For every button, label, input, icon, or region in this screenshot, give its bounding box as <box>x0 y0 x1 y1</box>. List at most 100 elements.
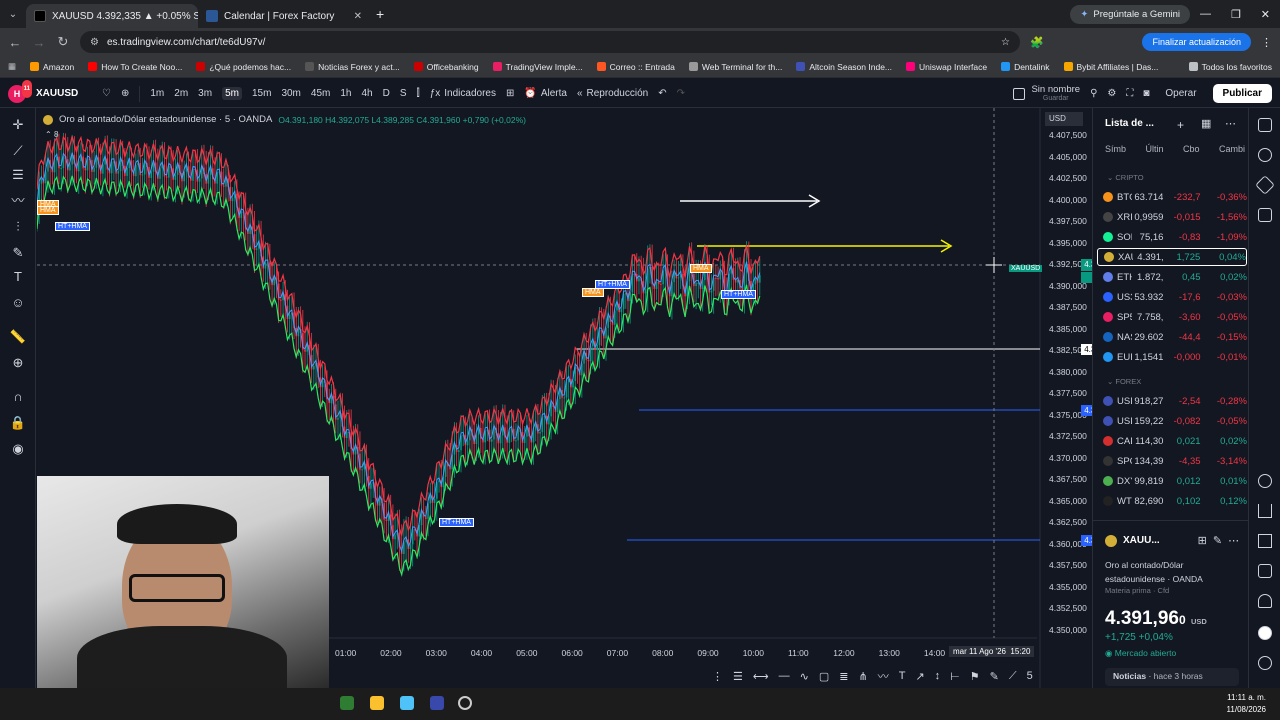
line-icon[interactable]: — <box>779 670 790 682</box>
candles-icon[interactable]: ⫿ <box>417 88 420 99</box>
pitchfork-icon[interactable]: ⋔ <box>859 670 868 683</box>
more-icon[interactable]: ⋯ <box>1228 534 1239 547</box>
watchlist-row[interactable]: WTI82,690 0,102 0,12% <box>1097 492 1247 510</box>
watchlist-row[interactable]: SPC134,39 -4,35 -3,14% <box>1097 452 1247 470</box>
ruler-icon[interactable]: 📏 <box>8 330 28 344</box>
text-icon[interactable]: T <box>8 270 28 284</box>
lock-icon[interactable]: 🔒 <box>8 416 28 430</box>
tf-2m[interactable]: 2m <box>174 88 188 99</box>
bookmark[interactable]: Noticias Forex y act... <box>305 62 400 72</box>
help-icon[interactable] <box>1258 656 1272 670</box>
rocket-icon[interactable] <box>1258 534 1272 548</box>
forward-icon[interactable]: → <box>32 35 46 50</box>
tf-4h[interactable]: 4h <box>361 88 372 99</box>
chat-icon[interactable] <box>1258 208 1272 222</box>
symbol-search[interactable]: XAUUSD <box>36 88 92 99</box>
tf-1m[interactable]: 1m <box>150 88 164 99</box>
apps-icon[interactable] <box>1258 626 1272 640</box>
grip-icon[interactable]: ⋮ <box>712 670 723 683</box>
watchlist-row[interactable]: SOL 75,16 -0,83 -1,09% <box>1097 228 1247 246</box>
search-icon[interactable]: ⚲ <box>1090 88 1097 99</box>
brush-icon[interactable]: ✎ <box>990 670 999 683</box>
new-tab-button[interactable]: + <box>376 6 384 22</box>
col-header[interactable]: Símb <box>1105 144 1126 154</box>
trade-button[interactable]: Operar <box>1159 88 1202 99</box>
col-header[interactable]: Cbo <box>1183 144 1200 154</box>
reload-icon[interactable]: ↻ <box>56 34 70 50</box>
layers-icon[interactable] <box>1255 175 1275 195</box>
forecast-icon[interactable]: ⫶ <box>8 220 28 234</box>
emoji-icon[interactable]: ☺ <box>8 296 28 310</box>
bookmark[interactable]: Officebanking <box>413 62 479 72</box>
site-info-icon[interactable]: ⚙ <box>90 37 99 48</box>
bookmark[interactable]: Amazon <box>30 62 74 72</box>
watchlist-row[interactable]: ETH 1.872, 0,45 0,02% <box>1097 268 1247 286</box>
section-forex[interactable]: ⌄ FOREX <box>1107 377 1141 386</box>
layout-name[interactable]: Sin nombre Guardar <box>1013 84 1080 103</box>
rect-icon[interactable]: ▢ <box>819 670 829 683</box>
bookmark[interactable]: Bybit Affiliates | Das... <box>1063 62 1158 72</box>
extensions-icon[interactable]: 🧩 <box>1030 36 1044 49</box>
triangle-icon[interactable] <box>1258 504 1272 518</box>
tf-5m[interactable]: 5m <box>222 87 242 100</box>
gemini-button[interactable]: ✦ Pregúntale a Gemini <box>1070 4 1190 24</box>
undo-icon[interactable]: ↶ <box>658 88 666 99</box>
redo-icon[interactable]: ↷ <box>677 88 685 99</box>
watchlist-row[interactable]: XRP0,9959 -0,015 -1,56% <box>1097 208 1247 226</box>
recorder-icon[interactable] <box>458 696 472 710</box>
indicators-collapsed[interactable]: ⌃ 8 <box>45 130 58 139</box>
watchlist-row[interactable]: DXY99,819 0,012 0,01% <box>1097 472 1247 490</box>
bookmark[interactable]: ¿Qué podemos hac... <box>196 62 291 72</box>
add-symbol-icon[interactable]: + <box>1177 118 1184 132</box>
feed-icon[interactable] <box>1258 564 1272 578</box>
grid-icon[interactable]: ⊞ <box>1198 534 1207 547</box>
news-bar[interactable]: Noticias · hace 3 horas <box>1105 668 1239 686</box>
arrow-icon[interactable]: ↗ <box>915 670 924 683</box>
tab-forexfactory[interactable]: Calendar | Forex Factory ✕ <box>198 4 370 28</box>
tf-s[interactable]: S <box>400 88 407 99</box>
bookmark[interactable]: Web Terminal for th... <box>688 62 782 72</box>
col-header[interactable]: Cambi <box>1219 144 1245 154</box>
close-window-icon[interactable]: ✕ <box>1261 8 1270 21</box>
channel-icon[interactable]: ≣ <box>839 670 848 683</box>
trend-icon[interactable]: ⟋ <box>1009 670 1017 683</box>
folder-icon[interactable] <box>370 696 384 710</box>
watchlist-row[interactable]: NAS29.602 -44,4 -0,15% <box>1097 328 1247 346</box>
text-icon[interactable]: T <box>899 670 906 682</box>
detail-symbol[interactable]: XAUU... <box>1123 535 1160 546</box>
bookmark[interactable]: Correo :: Entrada <box>596 62 675 72</box>
settings-icon[interactable]: ⚙ <box>1107 88 1116 99</box>
tf-3m[interactable]: 3m <box>198 88 212 99</box>
minimize-icon[interactable]: — <box>1200 8 1211 21</box>
bookmark[interactable]: How To Create Noo... <box>88 62 182 72</box>
tab-list-icon[interactable]: ⌄ <box>0 9 26 20</box>
alerts-icon[interactable] <box>1258 148 1272 162</box>
bell-icon[interactable] <box>1258 594 1272 608</box>
app-icon[interactable] <box>340 696 354 710</box>
fib-icon[interactable]: ☰ <box>8 168 28 182</box>
tf-1h[interactable]: 1h <box>340 88 351 99</box>
watchlist-icon[interactable] <box>1258 118 1272 132</box>
edit-icon[interactable]: ✎ <box>1213 534 1222 547</box>
avatar[interactable]: H 11 <box>8 79 32 103</box>
back-icon[interactable]: ← <box>8 35 22 50</box>
update-button[interactable]: Finalizar actualización <box>1142 33 1251 51</box>
watchlist-row[interactable]: USD918,27 -2,54 -0,28% <box>1097 392 1247 410</box>
watchlist-row[interactable]: SP5 7.758, -3,60 -0,05% <box>1097 308 1247 326</box>
layouts-icon[interactable]: ⊞ <box>506 88 514 99</box>
tf-30m[interactable]: 30m <box>281 88 300 99</box>
mail-icon[interactable] <box>430 696 444 710</box>
tf-15m[interactable]: 15m <box>252 88 271 99</box>
eye-icon[interactable]: ◉ <box>8 442 28 456</box>
watchlist-row[interactable]: CAD114,30 0,021 0,02% <box>1097 432 1247 450</box>
favorite-icon[interactable]: ♡ <box>102 88 111 99</box>
tf-d[interactable]: D <box>383 88 390 99</box>
bookmark[interactable]: TradingView Imple... <box>492 62 583 72</box>
measure-icon[interactable]: ↕ <box>935 670 941 682</box>
pattern-icon[interactable]: 〰 <box>8 194 28 208</box>
close-icon[interactable]: ✕ <box>354 11 362 22</box>
alert-button[interactable]: ⏰ Alerta <box>524 88 567 99</box>
clock[interactable]: 11:11 a. m. 11/08/2026 <box>1227 692 1266 716</box>
projection-icon[interactable]: ⊢ <box>950 670 960 683</box>
notes-icon[interactable] <box>400 696 414 710</box>
